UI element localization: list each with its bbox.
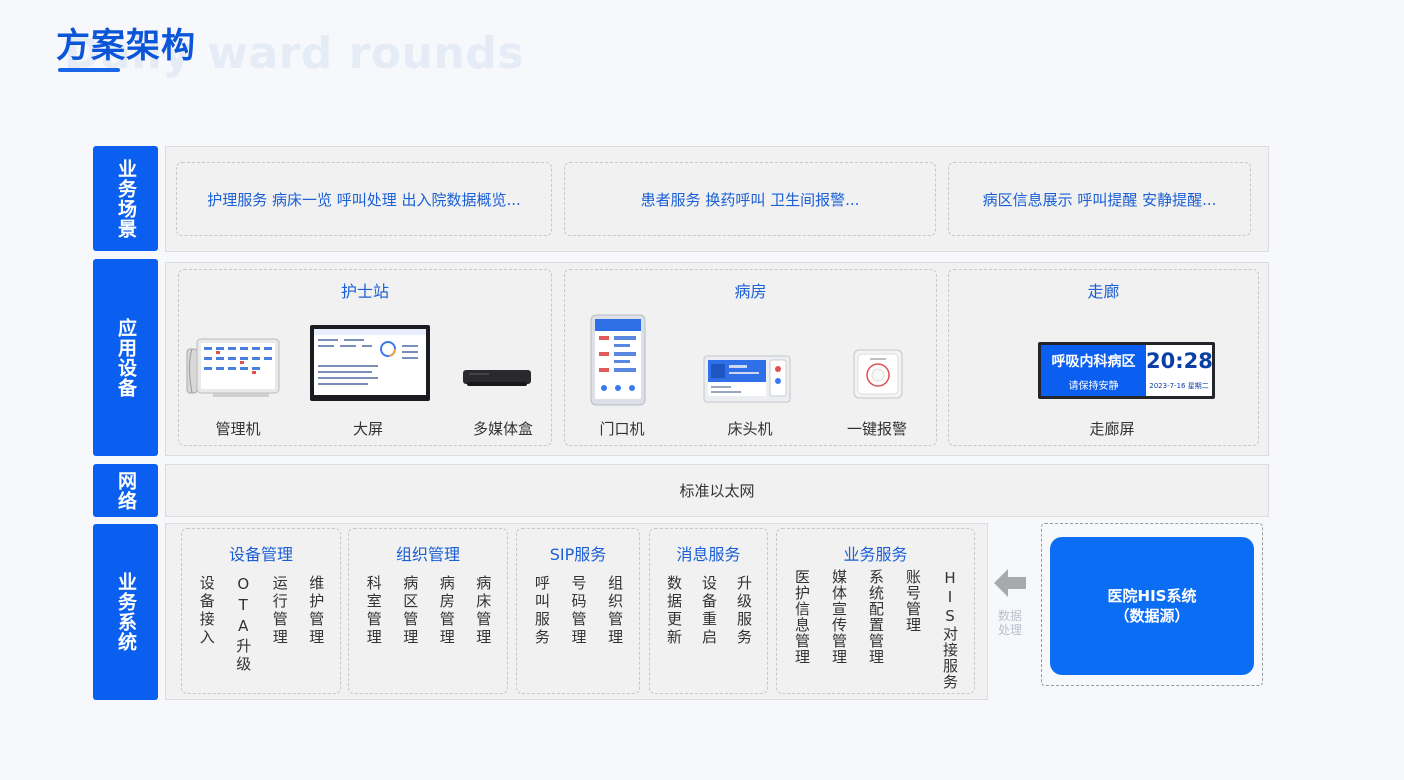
- device-label: 大屏: [352, 420, 384, 438]
- corridor-date: 2023-7-16 星期二: [1149, 382, 1209, 390]
- corridor-screen-left: 呼吸内科病区 请保持安静: [1041, 345, 1146, 396]
- corridor-notice: 请保持安静: [1068, 381, 1119, 392]
- group-title: 病房: [734, 282, 767, 301]
- service-item: 账号管理: [904, 569, 922, 633]
- service-title: 组织管理: [395, 545, 460, 564]
- service-title: 设备管理: [228, 545, 293, 564]
- device-label: 多媒体盒: [472, 420, 534, 438]
- scene-text: 病区信息展示 呼叫提醒 安静提醒...: [982, 190, 1217, 209]
- layer-label-network: 网络: [93, 464, 158, 517]
- title-underline: [58, 68, 120, 72]
- layer-label-device: 应用设备: [93, 259, 158, 456]
- device-label: 一键报警: [846, 420, 908, 438]
- scene-text: 护理服务 病床一览 呼叫处理 出入院数据概览...: [207, 190, 521, 209]
- door-terminal-image: [590, 314, 646, 406]
- service-items: 数据更新 设备重启 升级服务: [650, 575, 767, 647]
- service-title: SIP服务: [549, 545, 607, 564]
- arrow-left-icon: [994, 569, 1026, 597]
- service-item: 呼叫服务: [532, 575, 551, 647]
- device-label: 床头机: [727, 420, 773, 438]
- service-item: 运行管理: [270, 575, 289, 647]
- service-items: 设备接入 OTA升级 运行管理 维护管理: [182, 575, 340, 674]
- scene-box-nursing: 护理服务 病床一览 呼叫处理 出入院数据概览...: [176, 162, 552, 236]
- service-item: 设备接入: [197, 575, 216, 647]
- service-item: 号码管理: [569, 575, 588, 647]
- group-title: 走廊: [1087, 282, 1120, 301]
- group-title: 护士站: [340, 282, 389, 301]
- service-item: 维护管理: [307, 575, 326, 647]
- service-item: 系统配置管理: [867, 569, 885, 665]
- data-process-label: 数据处理: [997, 609, 1022, 638]
- network-text: 标准以太网: [679, 482, 755, 500]
- service-box-org-mgmt: 组织管理 科室管理 病区管理 病房管理 病床管理: [348, 528, 508, 694]
- service-item: 设备重启: [700, 575, 718, 647]
- corridor-ward-name: 呼吸内科病区: [1051, 354, 1136, 370]
- device-label: 管理机: [215, 420, 261, 438]
- large-screen-image: [310, 325, 430, 401]
- page-title: 方案架构: [56, 26, 196, 66]
- service-items: 医护信息管理 媒体宣传管理 系统配置管理 账号管理 HIS对接服务: [777, 569, 974, 690]
- service-item: HIS对接服务: [941, 569, 959, 690]
- layer-label-system: 业务系统: [93, 524, 158, 700]
- service-item: 病房管理: [437, 575, 456, 647]
- corridor-time: 20:28: [1146, 349, 1213, 373]
- his-system-box: 医院HIS系统 （数据源）: [1050, 537, 1254, 675]
- service-item: 病区管理: [401, 575, 420, 647]
- service-box-sip: SIP服务 呼叫服务 号码管理 组织管理: [516, 528, 640, 694]
- layer-label-scene: 业务场景: [93, 146, 158, 251]
- service-items: 科室管理 病区管理 病房管理 病床管理: [349, 575, 507, 647]
- service-box-device-mgmt: 设备管理 设备接入 OTA升级 运行管理 维护管理: [181, 528, 341, 694]
- emergency-button-image: [853, 349, 903, 399]
- scene-box-ward-info: 病区信息展示 呼叫提醒 安静提醒...: [948, 162, 1251, 236]
- service-item: 科室管理: [364, 575, 383, 647]
- media-box-image: [463, 370, 531, 386]
- title-area: Daily ward rounds 方案架构: [56, 16, 556, 79]
- his-title: 医院HIS系统: [1107, 586, 1197, 605]
- service-item: 升级服务: [735, 575, 753, 647]
- service-item: 组织管理: [606, 575, 625, 647]
- service-items: 呼叫服务 号码管理 组织管理: [517, 575, 639, 647]
- his-subtitle: （数据源）: [1114, 607, 1190, 625]
- service-title: 业务服务: [843, 545, 908, 564]
- management-terminal-image: [186, 338, 280, 397]
- network-panel: 标准以太网: [165, 464, 1269, 517]
- service-item: OTA升级: [234, 575, 253, 674]
- service-item: 医护信息管理: [793, 569, 811, 665]
- service-item: 媒体宣传管理: [830, 569, 848, 665]
- scene-text: 患者服务 换药呼叫 卫生间报警...: [640, 190, 860, 209]
- his-container: 医院HIS系统 （数据源）: [1041, 523, 1263, 686]
- service-box-message: 消息服务 数据更新 设备重启 升级服务: [649, 528, 768, 694]
- service-box-business: 业务服务 医护信息管理 媒体宣传管理 系统配置管理 账号管理 HIS对接服务: [776, 528, 975, 694]
- service-item: 病床管理: [474, 575, 493, 647]
- device-label: 走廊屏: [1089, 420, 1135, 438]
- corridor-screen-right: 20:28 2023-7-16 星期二: [1146, 345, 1213, 396]
- service-title: 消息服务: [676, 545, 741, 564]
- device-label: 门口机: [599, 420, 645, 438]
- scene-box-patient: 患者服务 换药呼叫 卫生间报警...: [564, 162, 936, 236]
- service-item: 数据更新: [665, 575, 683, 647]
- bedside-terminal-image: [703, 355, 791, 403]
- corridor-screen-image: 呼吸内科病区 请保持安静 20:28 2023-7-16 星期二: [1038, 342, 1215, 399]
